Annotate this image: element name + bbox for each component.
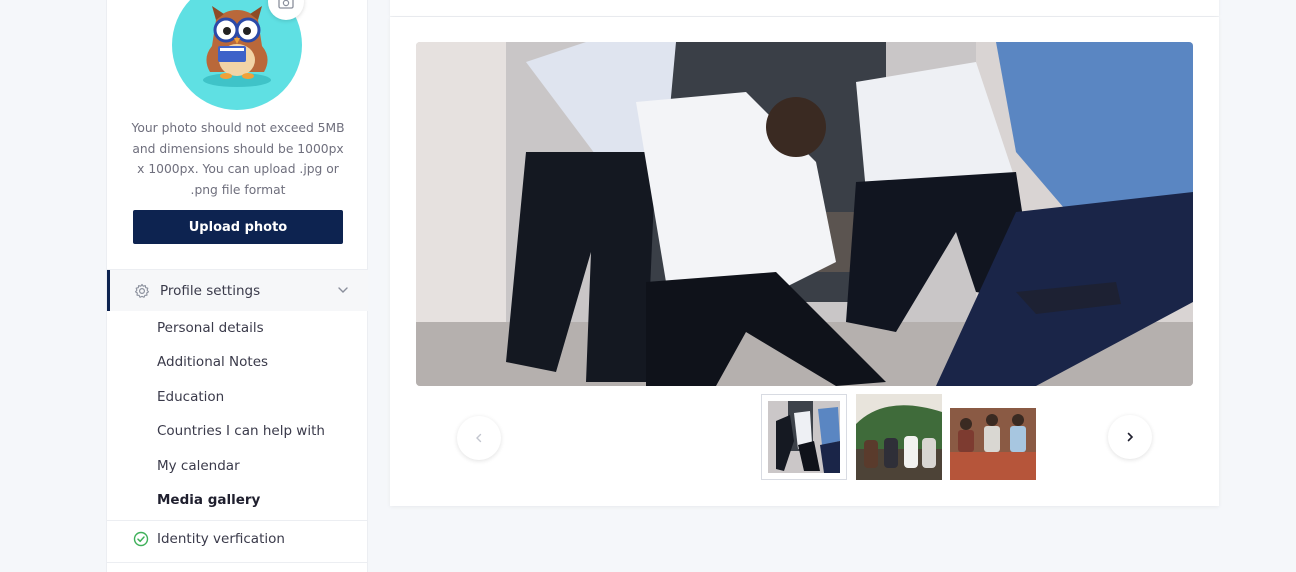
profile-sidebar: Your photo should not exceed 5MB and dim… — [106, 0, 368, 572]
gallery-thumbnail[interactable] — [856, 394, 942, 480]
upload-hint-text: Your photo should not exceed 5MB and dim… — [131, 121, 345, 197]
profile-settings-label: Profile settings — [160, 282, 261, 299]
gallery-thumbnail[interactable] — [950, 394, 1036, 480]
gallery-next-button[interactable] — [1108, 415, 1152, 459]
gear-icon — [134, 283, 150, 298]
gallery-main-image — [416, 42, 1193, 386]
avatar — [172, 0, 304, 110]
profile-settings-toggle[interactable]: Profile settings — [107, 270, 368, 311]
sidebar-item-countries[interactable]: Countries I can help with — [157, 423, 325, 439]
sidebar-item-additional-notes[interactable]: Additional Notes — [157, 354, 268, 370]
chevron-left-icon — [476, 433, 482, 443]
divider — [107, 562, 368, 563]
gallery-prev-button[interactable] — [457, 416, 501, 460]
chevron-right-icon — [1127, 432, 1134, 442]
sidebar-item-personal-details[interactable]: Personal details — [157, 320, 264, 336]
identity-verification-label: Identity verfication — [157, 531, 285, 547]
divider — [107, 520, 368, 521]
friends-on-hill-photo — [856, 394, 942, 480]
media-gallery-card — [390, 17, 1219, 506]
sidebar-item-identity-verification[interactable]: Identity verfication — [133, 531, 285, 547]
gallery-thumbnail[interactable] — [761, 394, 847, 480]
upload-photo-button[interactable]: Upload photo — [133, 210, 343, 244]
friends-jumping-photo-thumbnail — [768, 401, 840, 473]
camera-icon — [278, 0, 294, 9]
header-card — [390, 0, 1219, 16]
sidebar-item-education[interactable]: Education — [157, 389, 224, 405]
chevron-down-icon — [338, 287, 348, 293]
sidebar-item-media-gallery[interactable]: Media gallery — [157, 492, 260, 508]
sidebar-item-my-calendar[interactable]: My calendar — [157, 458, 240, 474]
friends-jumping-photo — [416, 42, 1193, 386]
friends-sitting-photo — [950, 394, 1036, 480]
check-circle-icon — [133, 531, 149, 547]
